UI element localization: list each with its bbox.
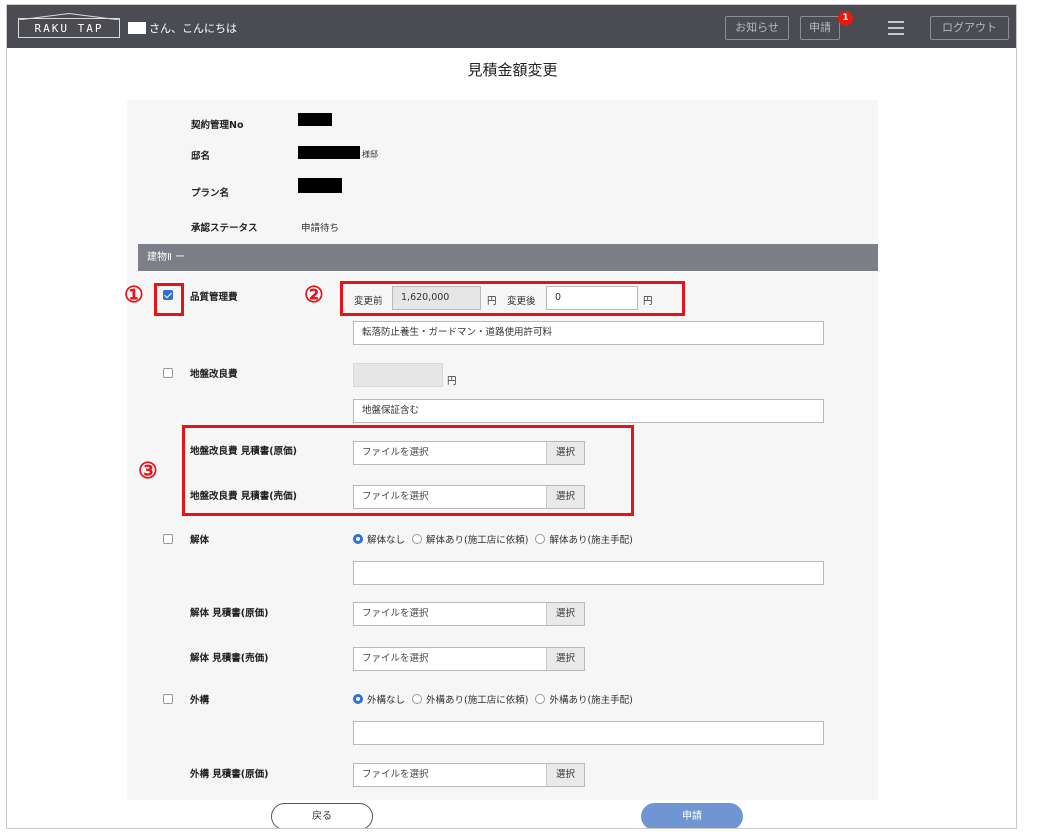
demolition-estimate-sale-label: 解体 見積書(売価) (190, 653, 269, 664)
submit-button[interactable]: 申請 (641, 803, 743, 828)
file-placeholder: ファイルを選択 (362, 608, 429, 619)
radio-option[interactable]: 外構あり(施工店に依頼) (412, 692, 528, 706)
radio-option[interactable]: 解体あり(施工店に依頼) (412, 532, 528, 546)
annotation-box-2 (340, 281, 685, 316)
site-name-suffix: 様邸 (362, 150, 378, 159)
file-select-button[interactable]: 選択 (546, 603, 584, 625)
quality-fee-label: 品質管理費 (190, 292, 238, 303)
approval-status-label: 承認ステータス (191, 223, 258, 234)
demolition-note-input[interactable] (353, 561, 824, 585)
hamburger-menu-icon[interactable] (888, 21, 904, 35)
exterior-estimate-cost-file[interactable]: ファイルを選択 選択 (353, 763, 585, 787)
ground-fee-amount-input (353, 363, 443, 387)
apply-nav-button[interactable]: 申請 (800, 16, 840, 40)
approval-status-value: 申請待ち (301, 223, 340, 234)
news-button[interactable]: お知らせ (725, 16, 789, 40)
demolition-estimate-cost-file[interactable]: ファイルを選択 選択 (353, 602, 585, 626)
logo-roof-icon (18, 13, 120, 20)
radio-option[interactable]: 解体あり(施主手配) (535, 532, 633, 546)
back-button[interactable]: 戻る (271, 803, 373, 828)
exterior-radio-group: 外構なし 外構あり(施工店に依頼) 外構あり(施主手配) (353, 692, 640, 706)
annotation-number-3: ③ (138, 458, 158, 484)
logout-button[interactable]: ログアウト (930, 16, 1009, 40)
quality-fee-note-input[interactable]: 転落防止養生・ガードマン・道路使用許可料 (353, 321, 824, 345)
radio-option[interactable]: 外構なし (353, 692, 405, 706)
site-name-label: 邸名 (191, 151, 211, 162)
demolition-checkbox[interactable] (163, 534, 173, 544)
demolition-estimate-sale-file[interactable]: ファイルを選択 選択 (353, 647, 585, 671)
ground-fee-note-input[interactable]: 地盤保証含む (353, 399, 824, 423)
redacted-plan-name (298, 178, 342, 193)
demolition-estimate-cost-label: 解体 見積書(原価) (190, 608, 269, 619)
app-frame: RAKU TAP さん、こんにちは お知らせ 申請 1 ログアウト 見積金額変更… (6, 4, 1017, 829)
exterior-label: 外構 (190, 695, 210, 706)
logo-text: RAKU TAP (34, 22, 104, 35)
radio-icon (412, 534, 423, 544)
apply-count-badge: 1 (838, 11, 853, 26)
radio-option[interactable]: 解体なし (353, 532, 405, 546)
file-placeholder: ファイルを選択 (362, 769, 429, 780)
yen-unit: 円 (447, 376, 457, 387)
ground-fee-checkbox[interactable] (163, 368, 173, 378)
radio-icon (535, 694, 546, 704)
demolition-radio-group: 解体なし 解体あり(施工店に依頼) 解体あり(施主手配) (353, 532, 640, 546)
plan-name-label: プラン名 (191, 188, 230, 199)
exterior-note-input[interactable] (353, 721, 824, 745)
annotation-box-1 (154, 283, 184, 316)
annotation-number-1: ① (124, 282, 144, 308)
radio-icon (412, 694, 423, 704)
file-select-button[interactable]: 選択 (546, 648, 584, 670)
file-placeholder: ファイルを選択 (362, 653, 429, 664)
radio-selected-icon (353, 694, 363, 704)
raku-tap-logo[interactable]: RAKU TAP (18, 13, 120, 38)
ground-fee-label: 地盤改良費 (190, 369, 238, 380)
radio-option[interactable]: 外構あり(施主手配) (535, 692, 633, 706)
greeting: さん、こんにちは (128, 20, 237, 36)
top-header: RAKU TAP さん、こんにちは お知らせ 申請 1 ログアウト (7, 5, 1016, 48)
demolition-label: 解体 (190, 535, 210, 546)
annotation-box-3 (182, 425, 634, 516)
greeting-text: さん、こんにちは (149, 22, 237, 35)
contract-no-label: 契約管理No (191, 120, 244, 131)
annotation-number-2: ② (304, 282, 324, 308)
redacted-contract-no (298, 113, 332, 126)
exterior-estimate-cost-label: 外構 見積書(原価) (190, 769, 269, 780)
section-header-building: 建物Ⅱ ー (138, 244, 878, 271)
page-title: 見積金額変更 (467, 61, 558, 79)
file-select-button[interactable]: 選択 (546, 764, 584, 786)
redacted-user-name (128, 22, 146, 34)
radio-selected-icon (353, 534, 363, 544)
exterior-checkbox[interactable] (163, 694, 173, 704)
redacted-site-name (298, 146, 360, 159)
radio-icon (535, 534, 546, 544)
